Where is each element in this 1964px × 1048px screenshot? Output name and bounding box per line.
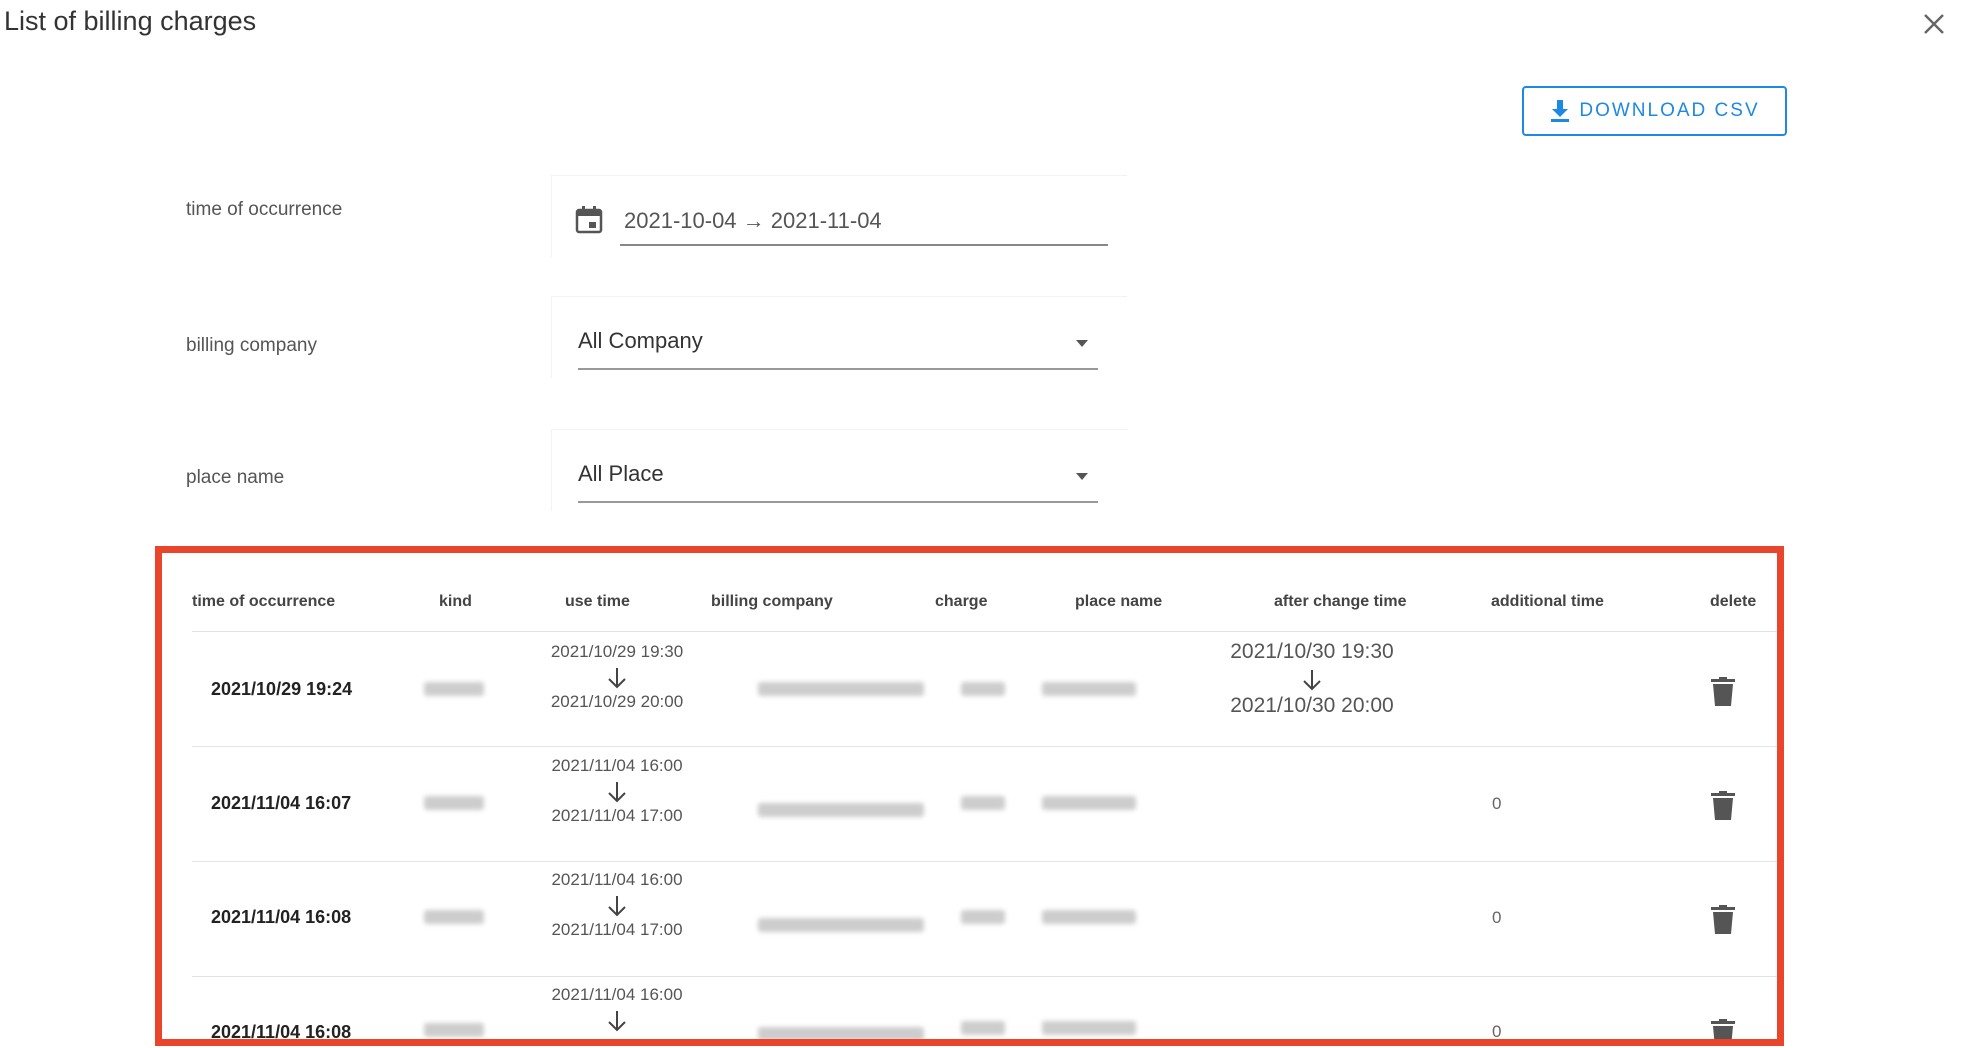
trash-icon[interactable] <box>1710 791 1736 821</box>
header-delete: delete <box>1710 593 1757 610</box>
table-row[interactable]: 2021/11/04 16:07 2021/11/04 16:00 2021/1… <box>162 747 1777 862</box>
use-time: 2021/11/04 16:00 2021/11/04 17:00 <box>537 870 697 942</box>
date-range-input[interactable]: 2021-10-04 → 2021-11-04 <box>620 206 1108 246</box>
close-icon <box>1924 14 1944 34</box>
place-name-redacted <box>1042 682 1136 696</box>
use-time-to: 2021/10/29 20:00 <box>550 692 684 711</box>
header-time-of-occurrence[interactable]: time of occurrence <box>192 593 335 611</box>
use-time-from: 2021/11/04 16:00 <box>551 756 683 775</box>
occurrence-time: 2021/11/04 16:07 <box>211 793 352 813</box>
header-place-name[interactable]: place name <box>1075 593 1162 611</box>
table-row[interactable]: 2021/11/04 16:08 2021/11/04 16:00 2021/1… <box>162 862 1777 977</box>
occurrence-time: 2021/10/29 19:24 <box>211 679 353 699</box>
charge-redacted <box>961 796 1005 810</box>
charge-redacted <box>961 910 1005 924</box>
additional-time: 0 <box>1492 1022 1502 1041</box>
kind-redacted <box>424 682 484 696</box>
header-after-change-time[interactable]: after change time <box>1274 593 1406 611</box>
kind-redacted <box>424 1023 484 1037</box>
use-time-from: 2021/11/04 16:00 <box>551 985 683 1004</box>
download-icon <box>1551 100 1570 122</box>
place-name-value: All Place <box>578 461 664 486</box>
header-charge[interactable]: charge <box>935 593 987 611</box>
arrow-down-icon <box>1303 670 1321 691</box>
header-use-time[interactable]: use time <box>565 593 630 611</box>
charge-redacted <box>961 1021 1005 1035</box>
chevron-down-icon <box>1076 473 1088 480</box>
use-time: 2021/10/29 19:30 2021/10/29 20:00 <box>537 642 697 714</box>
billing-company-redacted <box>758 803 924 817</box>
trash-icon[interactable] <box>1710 677 1736 707</box>
after-time-from: 2021/10/30 19:30 <box>1230 640 1394 663</box>
arrow-down-icon <box>608 896 626 917</box>
use-time-to: 2021/11/04 17:00 <box>551 806 683 825</box>
arrow-down-icon <box>608 1011 626 1032</box>
additional-time: 0 <box>1492 794 1502 813</box>
use-time-from: 2021/11/04 16:00 <box>551 870 683 889</box>
use-time-to: 2021/11/04 17:00 <box>551 920 683 939</box>
place-name-redacted <box>1042 1021 1136 1035</box>
dialog-title: List of billing charges <box>4 6 257 36</box>
additional-time: 0 <box>1492 908 1502 927</box>
close-button[interactable] <box>1918 8 1950 40</box>
kind-redacted <box>424 910 484 924</box>
chevron-down-icon <box>1076 340 1088 347</box>
use-time-from: 2021/10/29 19:30 <box>550 642 684 661</box>
occurrence-time: 2021/11/04 16:08 <box>211 1022 352 1042</box>
billing-company-label: billing company <box>186 335 317 356</box>
table-row[interactable]: 2021/11/04 16:08 2021/11/04 16:00 0 <box>162 977 1777 1046</box>
occurrence-time: 2021/11/04 16:08 <box>211 907 352 927</box>
after-time-to: 2021/10/30 20:00 <box>1230 694 1394 717</box>
date-range-value: 2021-10-04 → 2021-11-04 <box>624 208 882 233</box>
trash-icon[interactable] <box>1710 1019 1736 1046</box>
use-time: 2021/11/04 16:00 2021/11/04 17:00 <box>537 756 697 828</box>
after-change-time: 2021/10/30 19:30 2021/10/30 20:00 <box>1202 640 1422 720</box>
billing-table: time of occurrence kind use time billing… <box>155 546 1784 1046</box>
billing-company-select[interactable]: All Company <box>578 326 1098 370</box>
header-kind[interactable]: kind <box>439 593 472 611</box>
header-billing-company[interactable]: billing company <box>711 593 833 611</box>
place-name-redacted <box>1042 796 1136 810</box>
use-time: 2021/11/04 16:00 <box>537 985 697 1035</box>
place-name-redacted <box>1042 910 1136 924</box>
download-csv-button[interactable]: DOWNLOAD CSV <box>1522 86 1787 136</box>
billing-company-redacted <box>758 1027 924 1039</box>
billing-company-redacted <box>758 682 924 696</box>
place-name-select[interactable]: All Place <box>578 459 1098 503</box>
time-of-occurrence-label: time of occurrence <box>186 199 343 220</box>
charge-redacted <box>961 682 1005 696</box>
billing-company-value: All Company <box>578 328 703 353</box>
table-row[interactable]: 2021/10/29 19:24 2021/10/29 19:30 2021/1… <box>162 632 1777 747</box>
place-name-label: place name <box>186 467 285 488</box>
trash-icon[interactable] <box>1710 905 1736 935</box>
header-additional-time[interactable]: additional time <box>1491 593 1604 611</box>
arrow-down-icon <box>608 668 626 689</box>
billing-company-redacted <box>758 918 924 932</box>
kind-redacted <box>424 796 484 810</box>
calendar-icon <box>575 206 603 234</box>
download-csv-label: DOWNLOAD CSV <box>1579 100 1760 121</box>
arrow-down-icon <box>608 782 626 803</box>
